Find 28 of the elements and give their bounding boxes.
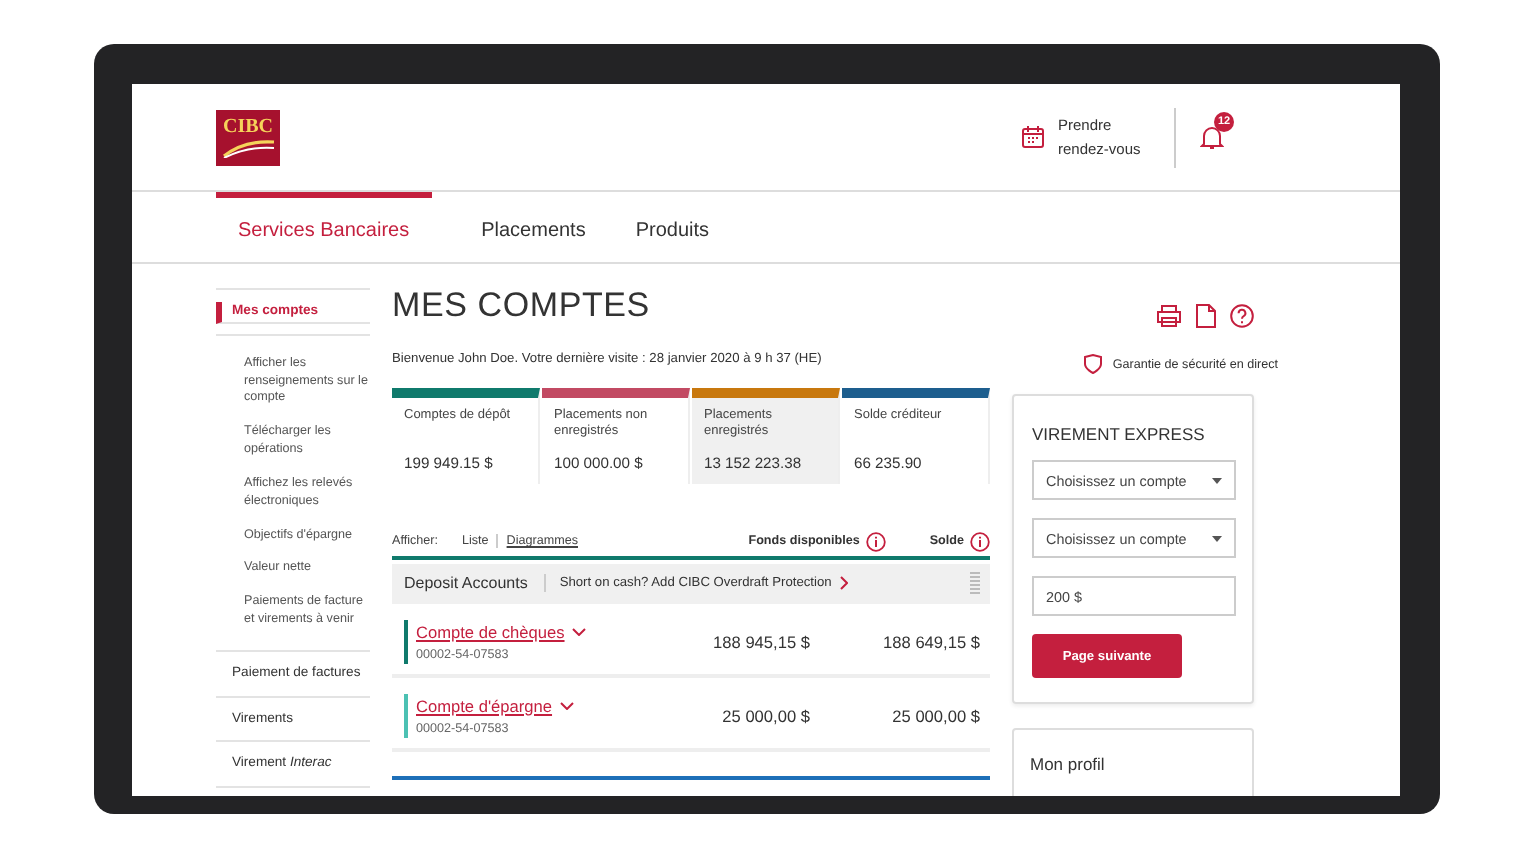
bell-icon[interactable] (1200, 123, 1224, 149)
grip-icon[interactable] (970, 572, 980, 595)
bank-logo[interactable]: CIBC (216, 109, 280, 165)
nav-tab[interactable]: Placements (459, 192, 608, 262)
page-title: MES COMPTES (392, 288, 652, 326)
printer-icon[interactable] (1156, 304, 1182, 328)
card-title: VIREMENT EXPRESS (1032, 424, 1207, 444)
shield-icon (1084, 354, 1103, 374)
document-icon[interactable] (1196, 304, 1216, 328)
chevron-down-icon[interactable] (560, 701, 575, 710)
nav-tab[interactable]: Services Bancaires (216, 192, 432, 262)
account-link[interactable]: Compte d'épargne (416, 695, 553, 716)
balance-amount: 188 649,15 $ (881, 631, 980, 652)
info-icon[interactable] (970, 531, 990, 552)
account-link[interactable]: Compte de chèques (416, 621, 565, 642)
available-amount: 188 945,15 $ (711, 631, 810, 652)
help-icon[interactable] (1230, 304, 1254, 328)
caret-down-icon (1212, 535, 1222, 541)
nav-tab[interactable]: Produits (613, 192, 732, 262)
caret-down-icon (1212, 477, 1222, 483)
chevron-down-icon[interactable] (572, 627, 587, 636)
info-icon[interactable] (865, 531, 886, 552)
available-amount: 25 000,00 $ (720, 705, 810, 726)
card-title: Mon profil (1030, 754, 1105, 774)
balance-amount: 25 000,00 $ (890, 705, 980, 726)
calendar-icon[interactable] (1022, 126, 1044, 148)
chevron-right-icon (839, 576, 848, 591)
group-title: Deposit Accounts (404, 574, 546, 593)
